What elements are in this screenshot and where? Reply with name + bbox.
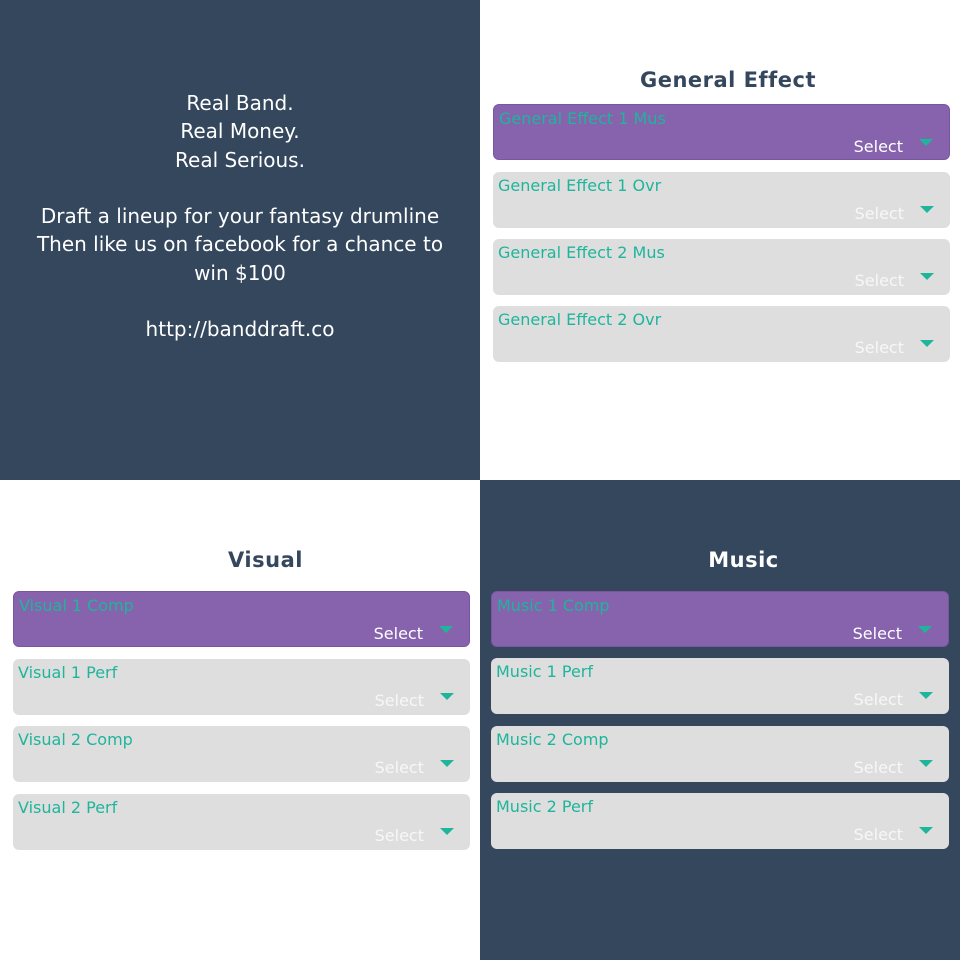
select-general-effect-2-ovr[interactable]: General Effect 2 Ovr Select [493,306,950,362]
select-value: Select [852,624,902,643]
chevron-down-icon [918,626,932,633]
promo-line: Real Band. [186,91,294,115]
select-value: Select [374,691,424,710]
select-label: Music 2 Comp [496,730,609,749]
select-music-2-comp[interactable]: Music 2 Comp Select [491,726,949,782]
select-visual-2-perf[interactable]: Visual 2 Perf Select [13,794,470,850]
chevron-down-icon [439,626,453,633]
chevron-down-icon [920,206,934,213]
promo-link: http://banddraft.co [145,317,335,342]
select-label: Music 1 Comp [497,596,610,615]
select-label: General Effect 1 Ovr [498,176,662,195]
select-label: Visual 1 Perf [18,663,118,682]
select-label: Visual 2 Comp [18,730,133,749]
promo-line: Real Money. [180,119,300,144]
select-label: Visual 1 Comp [19,596,134,615]
select-value: Select [853,690,903,709]
chevron-down-icon [919,827,933,834]
select-visual-1-comp[interactable]: Visual 1 Comp Select [13,591,470,647]
section-title: Music [708,548,779,572]
select-visual-2-comp[interactable]: Visual 2 Comp Select [13,726,470,782]
section-title: Visual [228,548,303,572]
select-value: Select [853,758,903,777]
select-value: Select [374,826,424,845]
select-music-1-comp[interactable]: Music 1 Comp Select [491,591,949,647]
promo-line: win $100 [194,260,286,285]
select-label: Music 1 Perf [496,662,594,681]
select-value: Select [853,825,903,844]
select-label: Music 2 Perf [496,797,594,816]
music-panel: Music Music 1 Comp Select Music 1 Perf S… [480,480,960,960]
chevron-down-icon [440,828,454,835]
select-general-effect-1-ovr[interactable]: General Effect 1 Ovr Select [493,172,950,228]
select-music-1-perf[interactable]: Music 1 Perf Select [491,658,949,714]
chevron-down-icon [920,273,934,280]
chevron-down-icon [919,139,933,146]
promo-line: Real Serious. [175,147,305,172]
visual-panel: Visual Visual 1 Comp Select Visual 1 Per… [0,480,480,960]
promo-panel: Real Band. Real Money. Real Serious. Dra… [0,0,480,480]
section-title: General Effect [639,68,817,92]
select-visual-1-perf[interactable]: Visual 1 Perf Select [13,659,470,715]
select-label: General Effect 2 Mus [498,243,665,262]
select-label: General Effect 2 Ovr [498,310,662,329]
select-value: Select [854,204,904,223]
select-value: Select [853,137,903,156]
select-value: Select [854,338,904,357]
general-effect-panel: General Effect General Effect 1 Mus Sele… [480,0,960,480]
select-label: Visual 2 Perf [18,798,118,817]
chevron-down-icon [440,760,454,767]
chevron-down-icon [919,760,933,767]
select-value: Select [854,271,904,290]
select-value: Select [373,624,423,643]
select-label: General Effect 1 Mus [499,109,666,128]
promo-text: Real Band. Real Money. Real Serious. Dra… [0,89,480,344]
promo-line: Then like us on facebook for a chance to [36,232,444,257]
chevron-down-icon [920,340,934,347]
select-general-effect-2-mus[interactable]: General Effect 2 Mus Select [493,239,950,295]
chevron-down-icon [919,692,933,699]
select-music-2-perf[interactable]: Music 2 Perf Select [491,793,949,849]
select-general-effect-1-mus[interactable]: General Effect 1 Mus Select [493,104,950,160]
select-value: Select [374,758,424,777]
chevron-down-icon [440,693,454,700]
promo-line: Draft a lineup for your fantasy drumline [40,204,440,229]
